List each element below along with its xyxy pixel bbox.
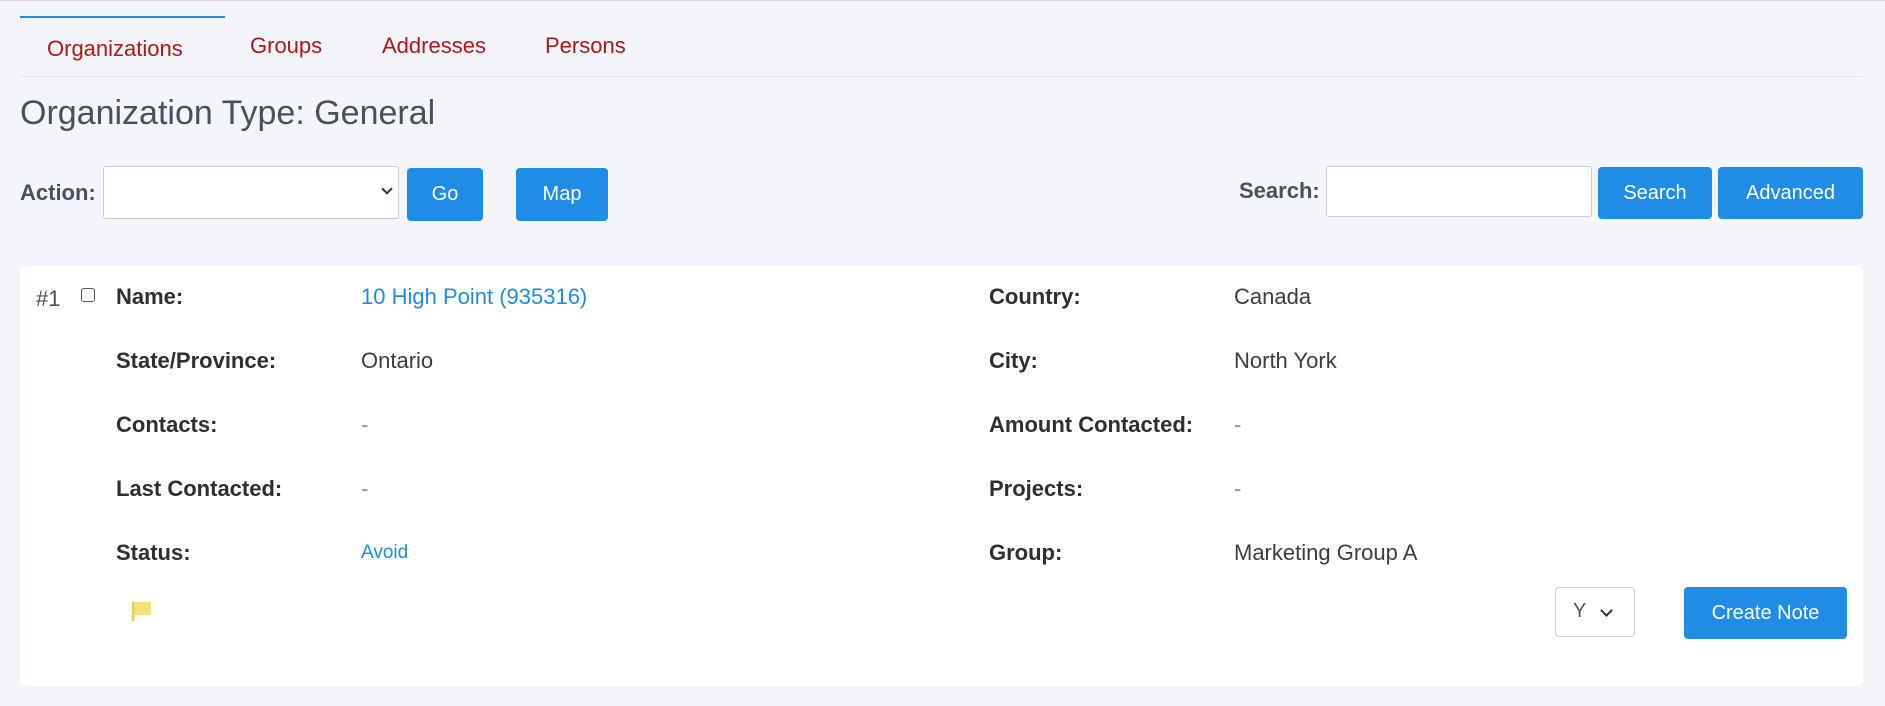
select-value: Y: [1573, 600, 1587, 622]
contacts-label: Contacts:: [116, 412, 218, 437]
search-input[interactable]: [1326, 166, 1592, 217]
page-title: Organization Type: General: [20, 94, 436, 132]
status-link[interactable]: Avoid: [361, 542, 408, 564]
search-label: Search:: [1239, 178, 1320, 203]
name-link[interactable]: 10 High Point (935316): [361, 284, 587, 310]
contacts-value: -: [361, 412, 369, 437]
yes-no-select[interactable]: Y: [1555, 587, 1635, 637]
advanced-button[interactable]: Advanced: [1718, 167, 1863, 219]
state-value: Ontario: [361, 348, 434, 373]
city-label: City:: [989, 348, 1038, 373]
tab-label: Organizations: [47, 36, 183, 61]
amount-contacted-value: -: [1234, 412, 1242, 437]
projects-value: -: [1234, 476, 1242, 501]
chevron-down-icon: [1600, 604, 1613, 617]
tab-groups[interactable]: Groups: [250, 16, 360, 76]
record-card: #1 Name: 10 High Point (935316) Country:…: [20, 266, 1863, 686]
name-label: Name:: [116, 284, 184, 309]
group-value: Marketing Group A: [1234, 540, 1418, 565]
flag-icon[interactable]: [131, 600, 153, 622]
tab-bar: Organizations Groups Addresses Persons: [20, 16, 1863, 77]
last-contacted-label: Last Contacted:: [116, 476, 283, 501]
chevron-down-icon: [381, 183, 393, 195]
state-label: State/Province:: [116, 348, 277, 373]
go-button[interactable]: Go: [407, 168, 483, 221]
record-checkbox[interactable]: [81, 288, 95, 302]
tab-addresses[interactable]: Addresses: [382, 16, 522, 76]
tab-label: Groups: [250, 33, 323, 58]
search-button[interactable]: Search: [1598, 167, 1712, 219]
tab-label: Addresses: [382, 33, 486, 58]
record-number: #1: [36, 286, 61, 311]
country-value: Canada: [1234, 284, 1312, 309]
last-contacted-value: -: [361, 476, 369, 501]
tab-organizations[interactable]: Organizations: [20, 16, 225, 78]
tab-persons[interactable]: Persons: [545, 16, 675, 76]
top-divider: [0, 0, 1885, 1]
country-label: Country:: [989, 284, 1081, 309]
city-value: North York: [1234, 348, 1337, 373]
tab-label: Persons: [545, 33, 626, 58]
amount-contacted-label: Amount Contacted:: [989, 412, 1194, 437]
create-note-button[interactable]: Create Note: [1684, 587, 1847, 639]
group-label: Group:: [989, 540, 1063, 565]
projects-label: Projects:: [989, 476, 1084, 501]
map-button[interactable]: Map: [516, 168, 608, 221]
action-select[interactable]: [103, 166, 399, 219]
action-label: Action:: [20, 180, 96, 205]
status-label: Status:: [116, 540, 191, 565]
